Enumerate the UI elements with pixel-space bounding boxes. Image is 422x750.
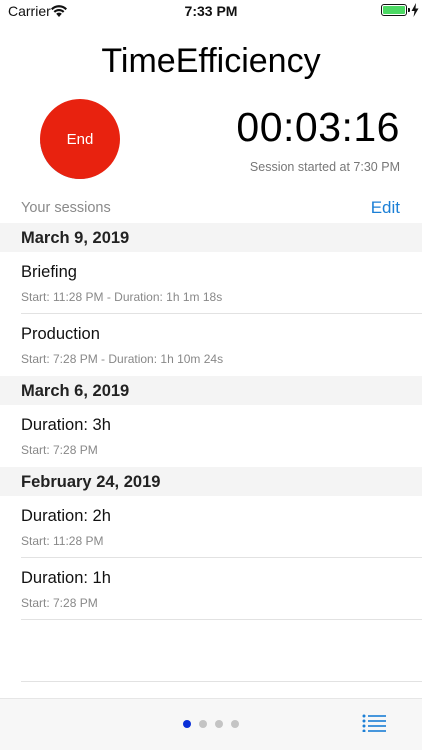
- section-date: March 6, 2019: [21, 382, 130, 400]
- session-row[interactable]: Duration: 2h Start: 11:28 PM: [0, 496, 422, 558]
- section-header: March 9, 2019: [0, 223, 422, 252]
- session-title: Duration: 2h: [21, 507, 111, 525]
- session-subtitle: Start: 7:28 PM: [21, 596, 98, 610]
- page-indicator-dot[interactable]: [215, 720, 223, 728]
- page-indicator-dot[interactable]: [199, 720, 207, 728]
- battery-icon: [381, 4, 407, 16]
- session-started-label: Session started at 7:30 PM: [249, 160, 400, 174]
- charging-bolt-icon: [411, 3, 419, 17]
- row-divider: [21, 619, 422, 620]
- section-date: March 9, 2019: [21, 229, 130, 247]
- row-divider: [21, 681, 422, 682]
- page-indicator-dot[interactable]: [231, 720, 239, 728]
- edit-button[interactable]: Edit: [371, 198, 400, 218]
- bottom-toolbar: [0, 698, 422, 750]
- session-subtitle: Start: 11:28 PM: [21, 534, 104, 548]
- section-date: February 24, 2019: [21, 473, 161, 491]
- session-title: Duration: 1h: [21, 569, 111, 587]
- session-subtitle: Start: 7:28 PM - Duration: 1h 10m 24s: [21, 352, 224, 366]
- session-title: Production: [21, 325, 100, 343]
- session-subtitle: Start: 11:28 PM - Duration: 1h 1m 18s: [21, 290, 223, 304]
- session-title: Briefing: [21, 263, 77, 281]
- app-title: TimeEfficiency: [101, 42, 321, 80]
- session-row[interactable]: Production Start: 7:28 PM - Duration: 1h…: [0, 314, 422, 376]
- battery-cap: [408, 8, 410, 12]
- status-bar: Carrier 7:33 PM: [0, 0, 422, 22]
- session-subtitle: Start: 7:28 PM: [21, 443, 98, 457]
- elapsed-timer: 00:03:16: [236, 104, 400, 150]
- section-header: February 24, 2019: [0, 467, 422, 496]
- session-row[interactable]: Briefing Start: 11:28 PM - Duration: 1h …: [0, 252, 422, 314]
- page-indicator-dot-active[interactable]: [183, 720, 191, 728]
- end-session-button[interactable]: End: [40, 99, 120, 179]
- sessions-section-label: Your sessions: [21, 200, 111, 216]
- list-icon[interactable]: [362, 714, 386, 732]
- session-title: Duration: 3h: [21, 416, 111, 434]
- session-row[interactable]: Duration: 3h Start: 7:28 PM: [0, 405, 422, 467]
- session-row[interactable]: Duration: 1h Start: 7:28 PM: [0, 558, 422, 620]
- status-time: 7:33 PM: [184, 3, 238, 19]
- section-header: March 6, 2019: [0, 376, 422, 405]
